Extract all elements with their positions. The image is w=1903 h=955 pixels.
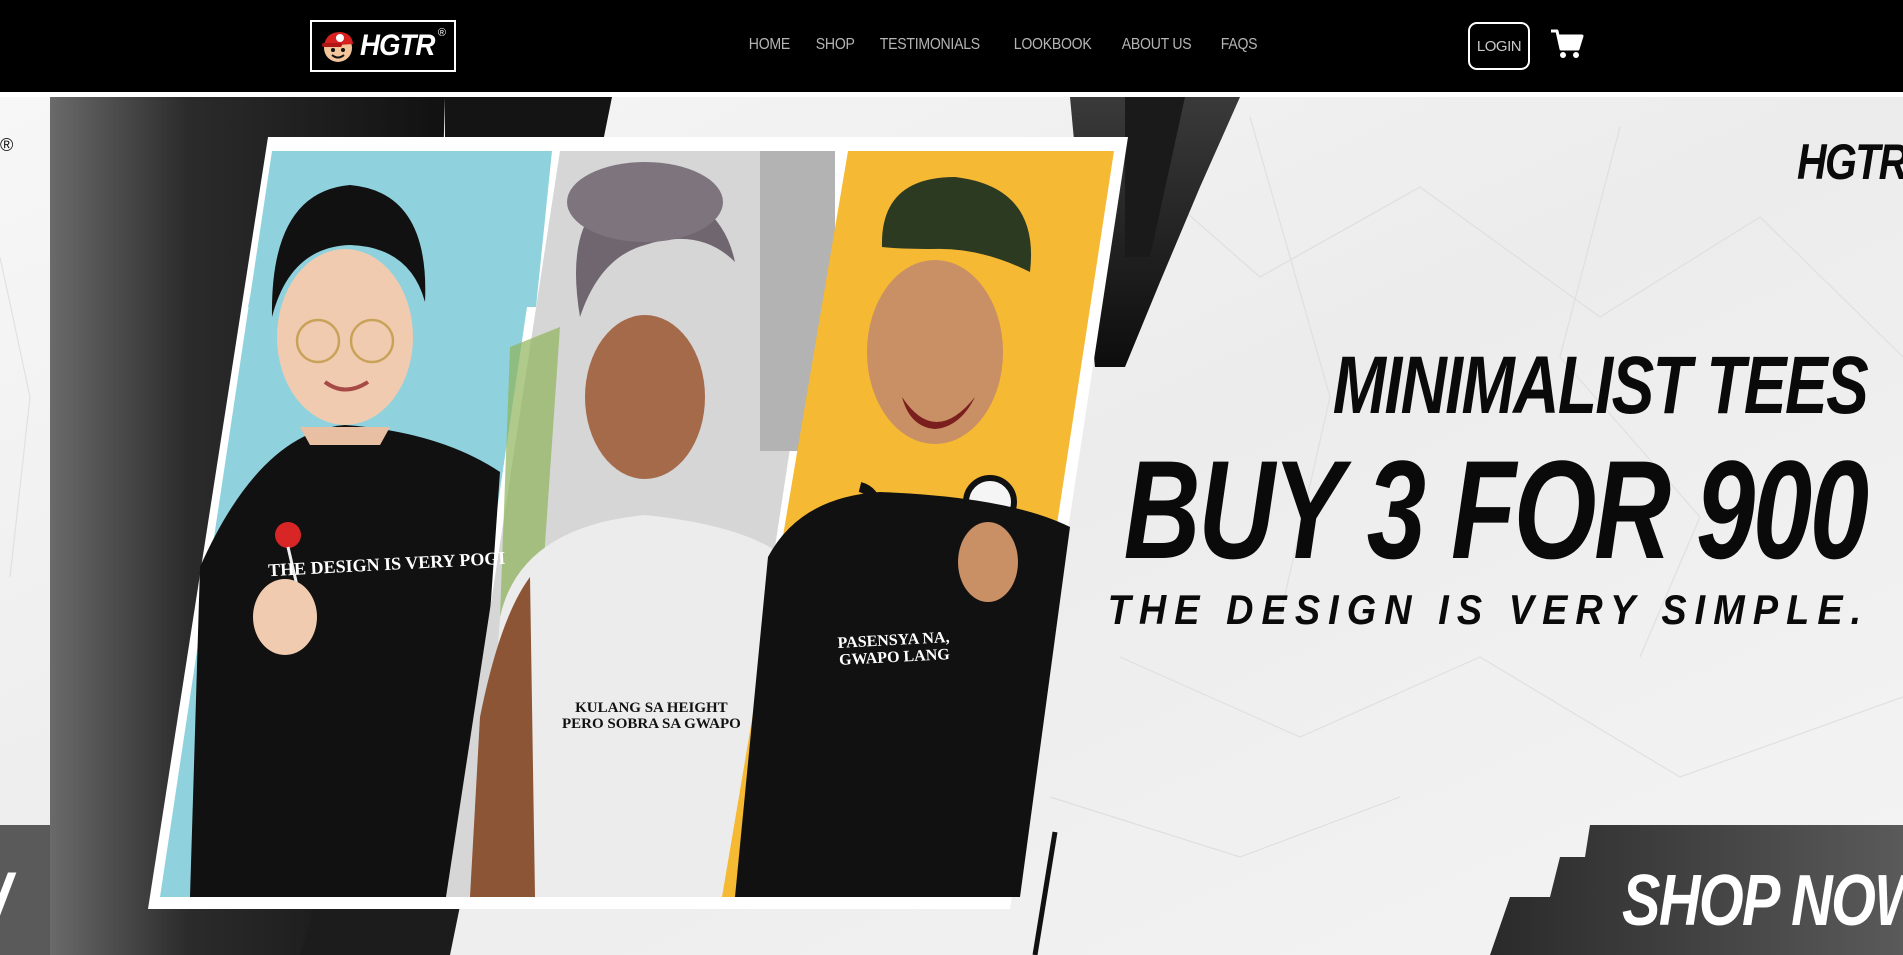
nav-testimonials[interactable]: TESTIMONIALS [871, 34, 989, 56]
hero-headline-offer: BUY 3 FOR 900 [1123, 431, 1869, 588]
hero-tagline: THE DESIGN IS VERY SIMPLE. [1107, 586, 1869, 633]
nav-home[interactable]: HOME [740, 34, 799, 56]
nav-about-us[interactable]: ABOUT US [1113, 34, 1200, 56]
mascot-icon [322, 32, 353, 62]
main-nav: HOME SHOP TESTIMONIALS LOOKBOOK ABOUT US… [740, 34, 1274, 56]
model-3-shirt [735, 492, 1070, 897]
nav-faqs[interactable]: FAQS [1212, 34, 1266, 56]
login-button[interactable]: LOGIN [1468, 22, 1530, 70]
registered-mark-hero: ® [0, 135, 14, 155]
nav-lookbook[interactable]: LOOKBOOK [1005, 34, 1100, 56]
brand-logo[interactable]: HGTR ® [310, 20, 456, 72]
model-3-shirt-text: PASENSYA NA, GWAPO LANG [837, 629, 951, 669]
registered-mark: ® [437, 27, 446, 39]
model-2-shirt-text: KULANG SA HEIGHT PERO SOBRA SA GWAPO [562, 700, 741, 732]
hero-banner[interactable]: THE DESIGN IS VERY POGI KULANG SA HEIGHT… [0, 97, 1903, 955]
hero-headline-minimalist: MINIMALIST TEES [1332, 340, 1869, 431]
brand-name: HGTR [360, 29, 435, 62]
hero-brand-wordmark: HGTR [1797, 134, 1903, 190]
nav-shop[interactable]: SHOP [807, 34, 863, 56]
shop-now-fragment-left: / [0, 865, 10, 937]
shopping-cart-icon[interactable] [1550, 28, 1584, 60]
shop-now-button[interactable]: SHOP NOW [1622, 865, 1903, 937]
navbar: HGTR ® HOME SHOP TESTIMONIALS LOOKBOOK A… [0, 0, 1903, 92]
